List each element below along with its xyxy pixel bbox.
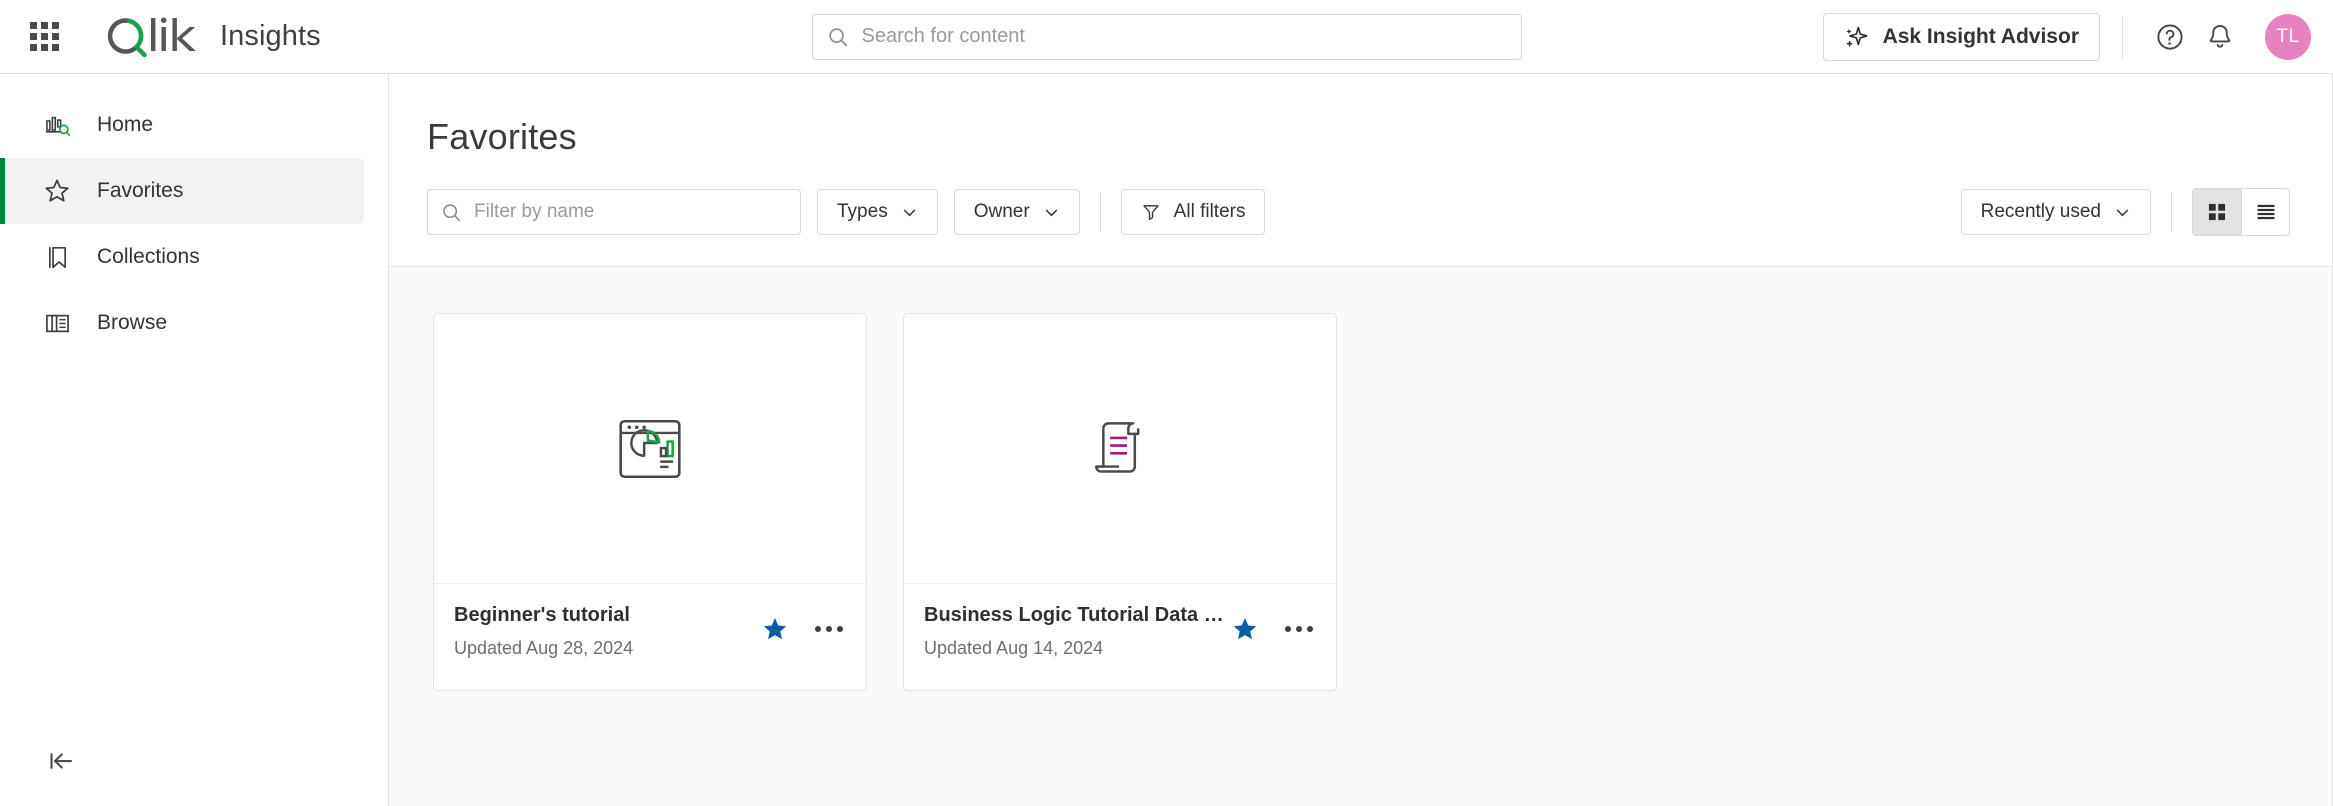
user-avatar[interactable]: TL (2265, 14, 2311, 60)
card-more-menu-button[interactable] (1282, 612, 1316, 646)
page-title: Favorites (427, 116, 2332, 158)
sort-dropdown[interactable]: Recently used (1961, 189, 2151, 235)
content-area: Beginner's tutorial Updated Aug 28, 2024 (389, 266, 2332, 806)
header-right-group: Ask Insight Advisor TL (1823, 12, 2311, 62)
star-filled-icon (1231, 615, 1259, 643)
app-launcher-button[interactable] (18, 11, 70, 63)
sort-dropdown-label: Recently used (1981, 201, 2101, 223)
ask-insight-advisor-label: Ask Insight Advisor (1883, 25, 2079, 49)
sidebar-item-browse-label: Browse (97, 311, 167, 335)
page-header: Favorites (389, 74, 2332, 158)
types-dropdown[interactable]: Types (817, 189, 938, 235)
grid-menu-icon (30, 22, 59, 51)
card-more-menu-button[interactable] (812, 612, 846, 646)
sidebar-item-home[interactable]: Home (0, 92, 364, 158)
app-body: Home Favorites Collections (0, 74, 2333, 806)
grid-view-button[interactable] (2193, 189, 2241, 235)
left-sidebar: Home Favorites Collections (0, 74, 389, 806)
card-updated-text: Updated Aug 14, 2024 (924, 638, 1228, 659)
global-search-box[interactable] (812, 14, 1522, 60)
star-filled-icon (761, 615, 789, 643)
help-circle-icon (2155, 22, 2185, 52)
content-toolbar: Types Owner All f (389, 158, 2332, 266)
filter-by-name-box[interactable] (427, 189, 801, 235)
app-chart-icon (613, 412, 687, 486)
main-content: Favorites Types (389, 74, 2333, 806)
sparkle-icon (1844, 24, 1870, 50)
card-actions (1228, 600, 1316, 646)
card-thumbnail (434, 314, 866, 584)
card-meta: Beginner's tutorial Updated Aug 28, 2024 (454, 600, 758, 659)
collapse-left-icon (46, 746, 76, 776)
qlik-insights-app: Insights Ask Insight Advisor (0, 0, 2333, 806)
types-dropdown-label: Types (837, 201, 888, 223)
brand-name: Insights (220, 20, 321, 53)
search-icon (441, 202, 462, 223)
card-meta: Business Logic Tutorial Data Prep Update… (924, 600, 1228, 659)
owner-dropdown-label: Owner (974, 201, 1030, 223)
chevron-down-icon (1043, 204, 1060, 221)
home-insight-icon (43, 111, 71, 139)
content-card[interactable]: Beginner's tutorial Updated Aug 28, 2024 (433, 313, 867, 691)
favorite-star-button[interactable] (1228, 612, 1262, 646)
card-title: Beginner's tutorial (454, 604, 758, 627)
global-search (812, 14, 1522, 60)
sidebar-item-collections[interactable]: Collections (0, 224, 364, 290)
notifications-button[interactable] (2195, 12, 2245, 62)
search-icon (827, 26, 849, 48)
filter-by-name-input[interactable] (474, 201, 787, 223)
more-horizontal-icon (815, 626, 843, 632)
sidebar-item-home-label: Home (97, 113, 153, 137)
avatar-initials: TL (2276, 26, 2299, 48)
header-divider (2122, 16, 2123, 58)
chevron-down-icon (901, 204, 918, 221)
grid-view-icon (2206, 201, 2228, 223)
card-updated-text: Updated Aug 28, 2024 (454, 638, 758, 659)
bookmark-icon (43, 243, 71, 271)
card-footer: Beginner's tutorial Updated Aug 28, 2024 (434, 584, 866, 690)
toolbar-divider (1100, 192, 1101, 232)
ask-insight-advisor-button[interactable]: Ask Insight Advisor (1823, 13, 2100, 61)
funnel-icon (1141, 202, 1161, 222)
header-left-group: Insights (18, 11, 321, 63)
card-title: Business Logic Tutorial Data Prep (924, 604, 1228, 627)
card-actions (758, 600, 846, 646)
chevron-down-icon (2114, 204, 2131, 221)
star-outline-icon (43, 177, 71, 205)
list-view-button[interactable] (2241, 189, 2289, 235)
sidebar-item-favorites-label: Favorites (97, 179, 183, 203)
browse-columns-icon (43, 309, 71, 337)
bell-icon (2205, 22, 2235, 52)
sidebar-item-browse[interactable]: Browse (0, 290, 364, 356)
view-mode-toggle (2192, 188, 2290, 236)
brand-area[interactable]: Insights (104, 14, 321, 60)
all-filters-label: All filters (1174, 201, 1246, 223)
more-horizontal-icon (1285, 626, 1313, 632)
favorite-star-button[interactable] (758, 612, 792, 646)
all-filters-button[interactable]: All filters (1121, 189, 1266, 235)
global-search-input[interactable] (862, 25, 1507, 48)
content-card[interactable]: Business Logic Tutorial Data Prep Update… (903, 313, 1337, 691)
sidebar-item-collections-label: Collections (97, 245, 200, 269)
sidebar-item-favorites[interactable]: Favorites (0, 158, 364, 224)
list-view-icon (2255, 201, 2277, 223)
card-footer: Business Logic Tutorial Data Prep Update… (904, 584, 1336, 690)
toolbar-divider (2171, 192, 2172, 232)
top-header: Insights Ask Insight Advisor (0, 0, 2333, 74)
owner-dropdown[interactable]: Owner (954, 189, 1080, 235)
collapse-sidebar-button[interactable] (38, 738, 84, 784)
data-prep-script-icon (1083, 412, 1157, 486)
card-thumbnail (904, 314, 1336, 584)
qlik-logo-icon (104, 14, 204, 60)
help-button[interactable] (2145, 12, 2195, 62)
card-grid: Beginner's tutorial Updated Aug 28, 2024 (433, 313, 2332, 691)
